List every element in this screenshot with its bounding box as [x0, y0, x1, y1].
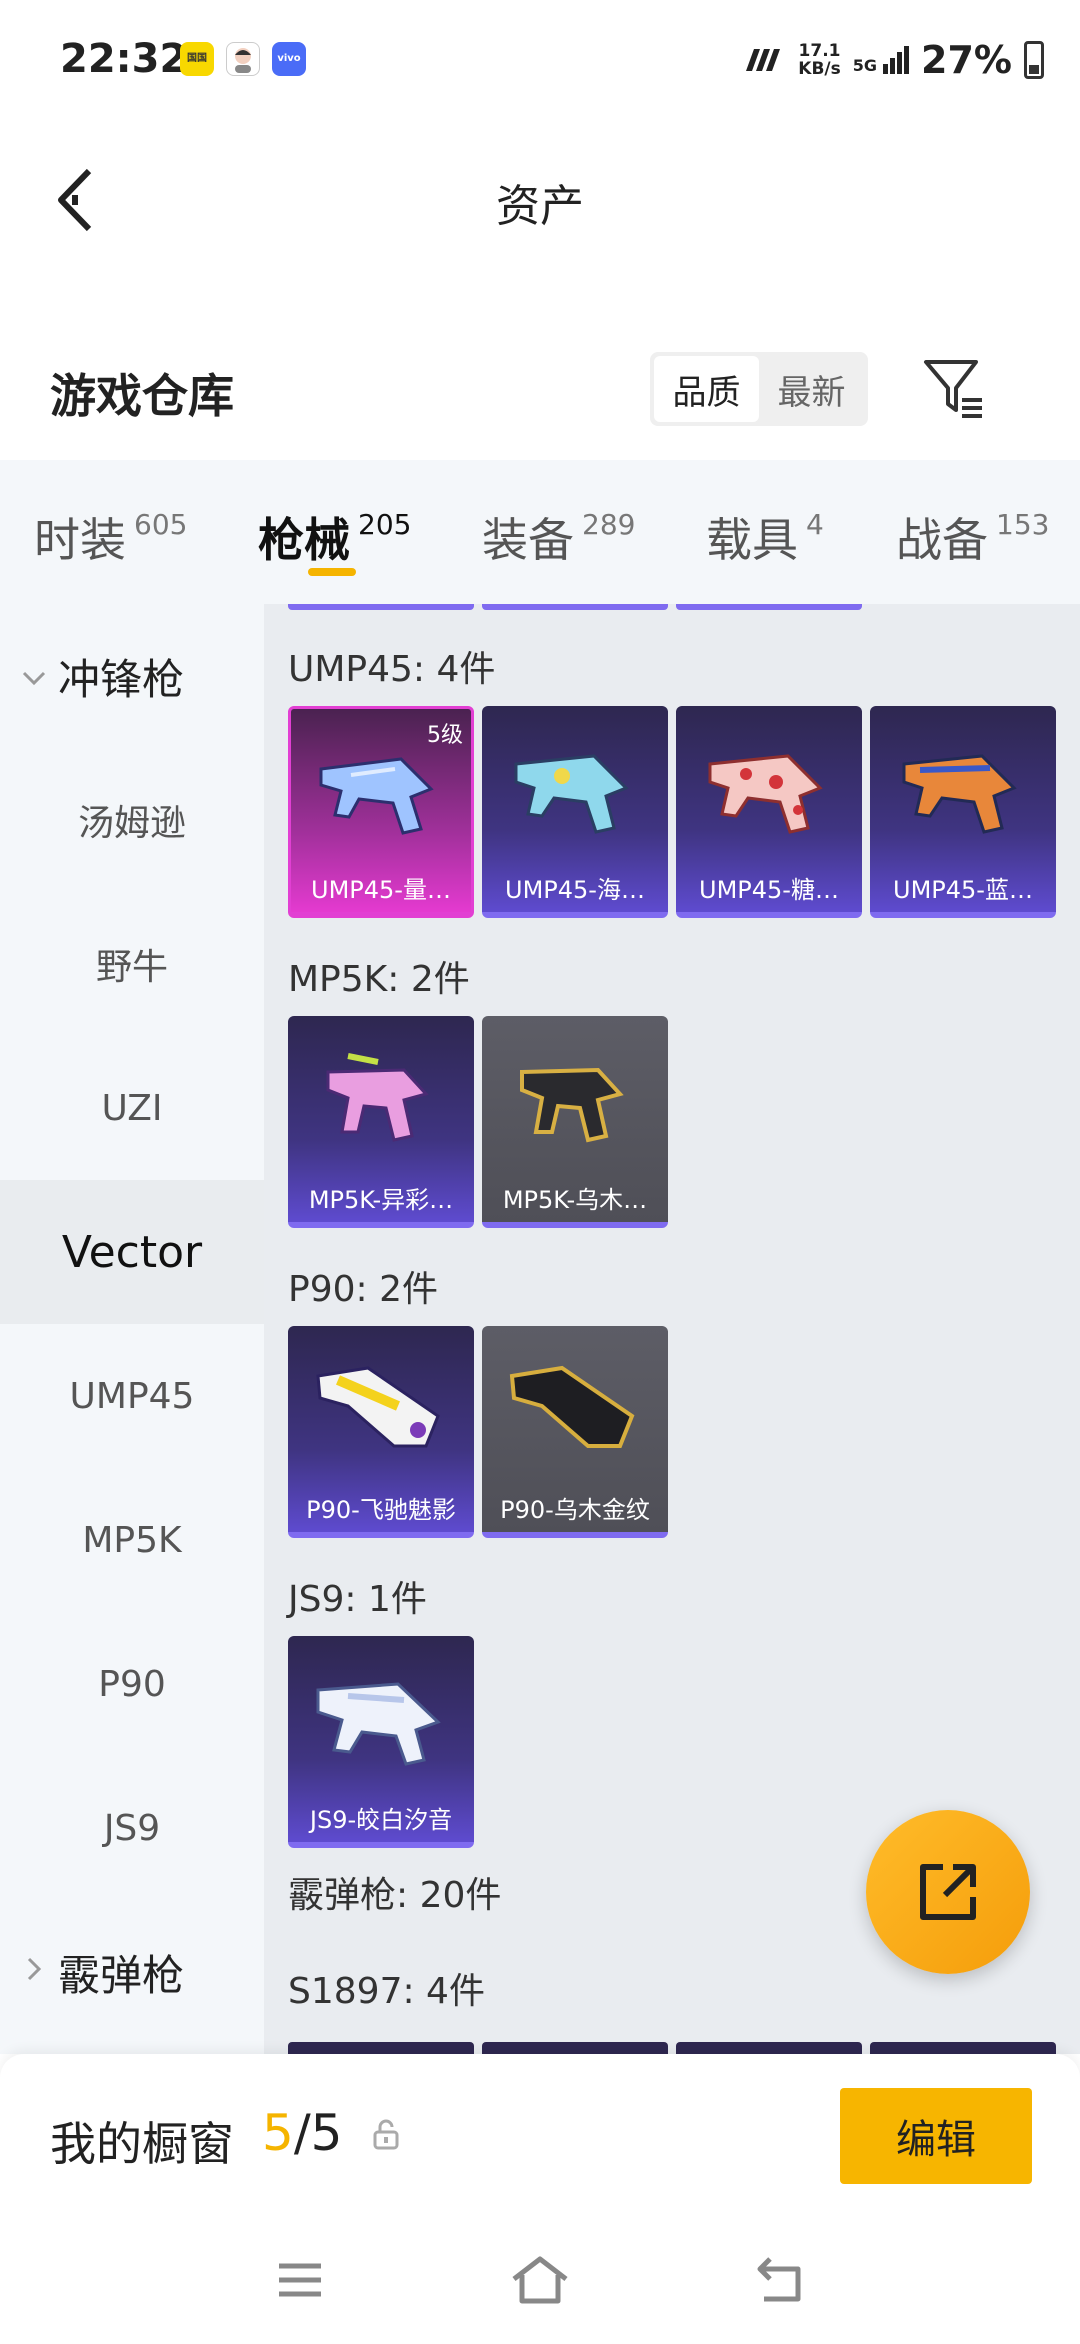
partial-card[interactable] — [482, 2042, 668, 2054]
tab-outfits[interactable]: 时装 605 — [34, 460, 187, 570]
signal-strength-icon: 5G — [853, 46, 910, 74]
weapon-card-label: JS9-皎白汐音 — [309, 1806, 453, 1834]
weapon-card-label: MP5K-异彩… — [308, 1186, 454, 1214]
showcase-bar: 我的橱窗 5/5 编辑 — [0, 2054, 1080, 2214]
share-icon — [920, 1864, 976, 1920]
showcase-count: 5/5 — [262, 2104, 343, 2162]
weapon-skin-image — [509, 1365, 635, 1448]
weapon-card-label: UMP45-量… — [311, 876, 451, 904]
app-notification-icon: 国国 — [180, 42, 214, 76]
edit-button[interactable]: 编辑 — [840, 2088, 1032, 2184]
tab-equipment[interactable]: 装备 289 — [482, 460, 635, 570]
weapon-card[interactable]: UMP45-糖… — [676, 706, 862, 918]
warehouse-header: 游戏仓库 品质 最新 — [0, 340, 1080, 460]
tab-vehicles[interactable]: 载具 4 — [706, 460, 824, 570]
showcase-title: 我的橱窗 — [50, 2117, 234, 2171]
section-title-ump45: UMP45: 4件 — [288, 649, 496, 690]
sidebar-item-ump45[interactable]: UMP45 — [0, 1324, 264, 1468]
vivo-notification-icon: vivo — [272, 42, 306, 76]
partial-card[interactable] — [288, 604, 474, 610]
partial-card[interactable] — [482, 604, 668, 610]
weapon-card-label: MP5K-乌木… — [502, 1186, 648, 1214]
weapon-skin-image — [902, 754, 1017, 834]
weapon-skin-image — [316, 1366, 440, 1448]
weapon-skin-image — [708, 754, 823, 834]
partial-card[interactable] — [288, 2042, 474, 2054]
sort-toggle: 品质 最新 — [650, 352, 868, 426]
sidebar-group-shotgun[interactable]: 霰弹枪 — [0, 1900, 264, 2044]
section-title-js9: JS9: 1件 — [288, 1579, 427, 1620]
category-tabs: 时装 605 枪械 205 装备 289 载具 4 战备 153 — [0, 460, 1080, 604]
warehouse-title: 游戏仓库 — [50, 369, 234, 423]
tab-supplies[interactable]: 战备 153 — [896, 460, 1049, 570]
network-speed: 17.1 KB/s — [798, 41, 841, 79]
battery-percent: 27% — [921, 38, 1012, 82]
partial-card[interactable] — [870, 2042, 1056, 2054]
section-title-s1897: S1897: 4件 — [288, 1971, 485, 2012]
weapon-skin-image — [326, 1053, 429, 1142]
chevron-right-icon — [20, 1955, 48, 1990]
weapon-skin-image — [316, 1682, 441, 1766]
chevron-down-icon — [20, 659, 48, 694]
sidebar-item-js9[interactable]: JS9 — [0, 1756, 264, 1900]
partial-card[interactable] — [676, 2042, 862, 2054]
tab-active-indicator — [308, 568, 356, 576]
sidebar-group-smg[interactable]: 冲锋枪 — [0, 604, 264, 748]
weapon-card-label: UMP45-蓝… — [893, 876, 1033, 904]
weapon-type-sidebar: 冲锋枪 汤姆逊 野牛 UZI Vector UMP45 MP5K P90 JS9… — [0, 604, 264, 2054]
lock-icon — [372, 2118, 400, 2154]
weapon-card[interactable]: MP5K-乌木… — [482, 1016, 668, 1228]
sidebar-item-thompson[interactable]: 汤姆逊 — [0, 748, 264, 892]
status-right: 17.1 KB/s 5G 27% — [742, 38, 1044, 82]
status-time: 22:32 — [60, 36, 188, 82]
weapon-card[interactable]: UMP45-蓝… — [870, 706, 1056, 918]
menu-nav-button[interactable] — [270, 2250, 330, 2310]
battery-icon — [1024, 41, 1044, 79]
sidebar-item-mp5k[interactable]: MP5K — [0, 1468, 264, 1612]
filter-icon — [924, 360, 982, 418]
sidebar-item-bizon[interactable]: 野牛 — [0, 892, 264, 1036]
menu-icon — [279, 2263, 321, 2297]
weapon-card-label: UMP45-海… — [505, 876, 645, 904]
weapon-card[interactable]: MP5K-异彩… — [288, 1016, 474, 1228]
home-nav-button[interactable] — [510, 2250, 570, 2310]
tab-weapons[interactable]: 枪械 205 — [258, 460, 411, 576]
level-badge: 5级 — [427, 723, 463, 748]
partial-card[interactable] — [676, 604, 862, 610]
sidebar-item-p90[interactable]: P90 — [0, 1612, 264, 1756]
weapon-card-label: UMP45-糖… — [699, 876, 839, 904]
avatar-notification-icon — [226, 42, 260, 76]
home-icon — [512, 2256, 568, 2304]
sidebar-item-vector[interactable]: Vector — [0, 1180, 264, 1324]
back-nav-button[interactable] — [750, 2250, 810, 2310]
weapon-card[interactable]: P90-乌木金纹 — [482, 1326, 668, 1538]
weapon-card[interactable]: JS9-皎白汐音 — [288, 1636, 474, 1848]
return-icon — [757, 2257, 801, 2302]
page-title: 资产 — [496, 181, 584, 232]
app-header: 资产 — [0, 120, 1080, 280]
section-title-p90: P90: 2件 — [288, 1269, 438, 1310]
status-bar: 22:32 国国 vivo 17.1 KB/s 5G 27% — [0, 0, 1080, 120]
sort-newest-button[interactable]: 最新 — [759, 356, 864, 422]
sidebar-item-uzi[interactable]: UZI — [0, 1036, 264, 1180]
signal-brand-icon — [746, 49, 781, 71]
weapon-card[interactable]: P90-飞驰魅影 — [288, 1326, 474, 1538]
section-title-shotgun: 霰弹枪: 20件 — [288, 1875, 502, 1916]
system-nav-bar — [0, 2214, 1080, 2344]
weapon-card[interactable]: UMP45-海… — [482, 706, 668, 918]
filter-button[interactable] — [920, 354, 990, 424]
weapon-card-label: P90-飞驰魅影 — [306, 1496, 456, 1524]
section-title-mp5k: MP5K: 2件 — [288, 959, 470, 1000]
sort-quality-button[interactable]: 品质 — [654, 356, 759, 422]
weapon-card-label: P90-乌木金纹 — [500, 1496, 650, 1524]
weapon-card[interactable]: 5级 UMP45-量… — [288, 706, 474, 918]
share-button[interactable] — [866, 1810, 1030, 1974]
weapon-skin-image — [520, 1067, 624, 1143]
weapon-skin-image — [514, 754, 629, 834]
